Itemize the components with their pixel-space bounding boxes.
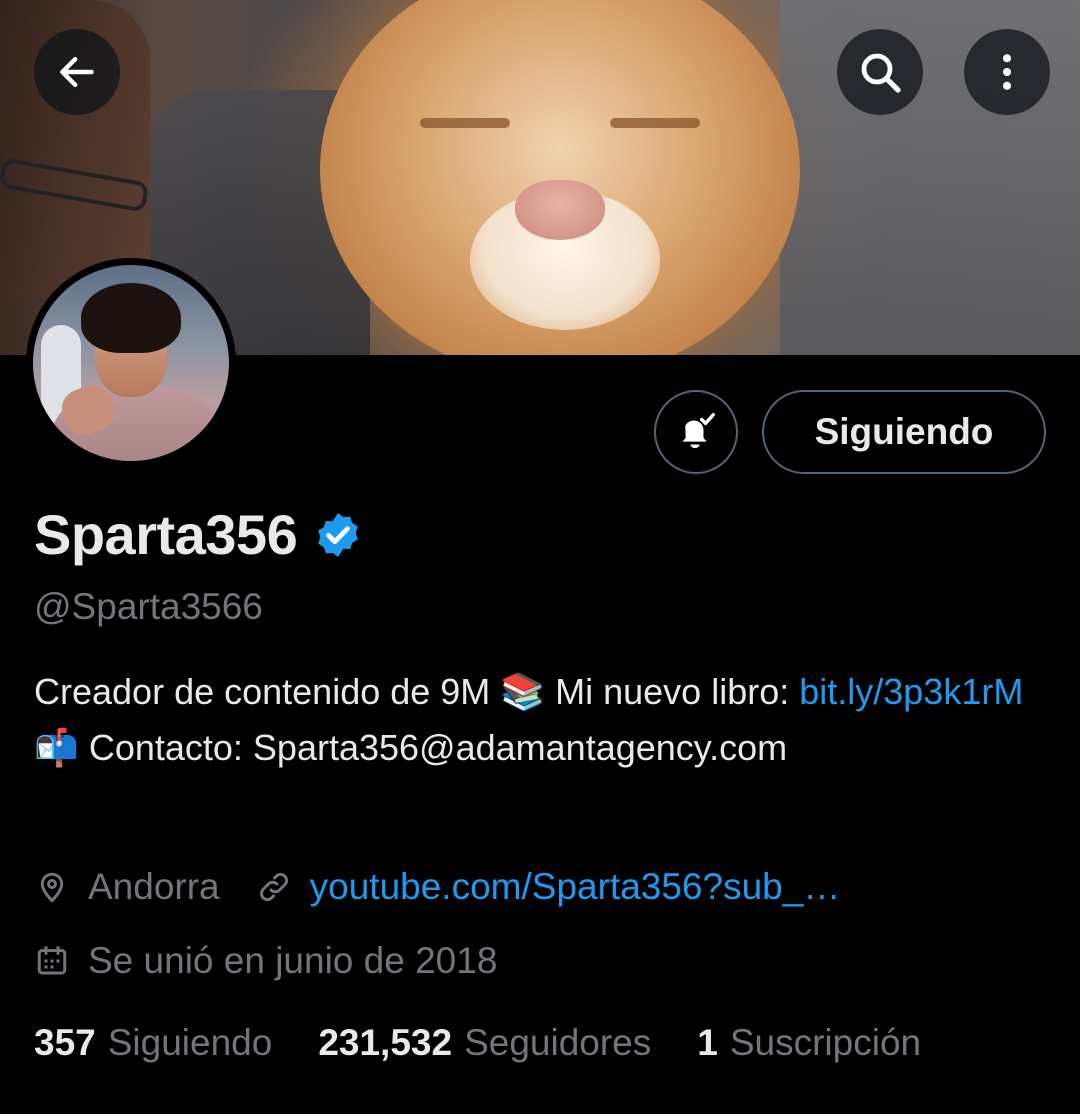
back-button[interactable] bbox=[34, 29, 120, 115]
subscriptions-stat[interactable]: 1 Suscripción bbox=[697, 1022, 921, 1064]
more-vertical-icon bbox=[1002, 54, 1012, 90]
following-button[interactable]: Siguiendo bbox=[762, 390, 1046, 474]
profile-meta-row: Andorra youtube.com/Sparta356?sub_… bbox=[34, 866, 840, 908]
subscriptions-label: Suscripción bbox=[729, 1022, 922, 1063]
bell-check-icon bbox=[682, 413, 715, 449]
link-icon bbox=[259, 873, 288, 901]
profile-handle: @Sparta3566 bbox=[34, 586, 263, 627]
calendar-icon bbox=[37, 946, 67, 975]
followers-count: 231,532 bbox=[318, 1022, 453, 1063]
profile-bio: Creador de contenido de 9M 📚 Mi nuevo li… bbox=[34, 664, 1044, 776]
arrow-left-icon bbox=[60, 56, 94, 88]
following-stat[interactable]: 357 Siguiendo bbox=[34, 1022, 272, 1064]
followers-stat[interactable]: 231,532 Seguidores bbox=[318, 1022, 651, 1064]
bio-link[interactable]: bit.ly/3p3k1rM bbox=[799, 671, 1023, 712]
banner-cat-eye-left bbox=[420, 118, 510, 128]
profile-avatar[interactable] bbox=[26, 258, 236, 468]
following-count: 357 bbox=[34, 1022, 96, 1063]
profile-website[interactable]: youtube.com/Sparta356?sub_… bbox=[310, 866, 841, 908]
banner-cat-nose bbox=[515, 180, 605, 240]
avatar-image bbox=[33, 265, 229, 461]
more-options-button[interactable] bbox=[964, 29, 1050, 115]
bio-contact-text: 📬 Contacto: Sparta356@adamantagency.com bbox=[34, 727, 788, 768]
search-icon bbox=[861, 53, 901, 93]
display-name: Sparta356 bbox=[34, 503, 298, 566]
following-label: Siguiendo bbox=[107, 1022, 273, 1063]
banner-cat-eye-right bbox=[610, 118, 700, 128]
notifications-button[interactable] bbox=[654, 390, 738, 474]
location-pin-icon bbox=[40, 872, 64, 903]
profile-stats: 357 Siguiendo 231,532 Seguidores 1 Suscripc… bbox=[34, 1022, 921, 1064]
profile-name-row: Sparta356 bbox=[34, 502, 363, 567]
profile-joined-row: Se unió en junio de 2018 bbox=[34, 940, 497, 982]
subscriptions-count: 1 bbox=[697, 1022, 718, 1063]
search-button[interactable] bbox=[837, 29, 923, 115]
avatar-hair bbox=[81, 283, 181, 353]
followers-label: Seguidores bbox=[464, 1022, 652, 1063]
verified-badge-icon[interactable] bbox=[313, 510, 363, 560]
profile-joined: Se unió en junio de 2018 bbox=[88, 940, 498, 981]
bio-text: Creador de contenido de 9M 📚 Mi nuevo li… bbox=[34, 671, 800, 712]
profile-location: Andorra bbox=[88, 866, 220, 907]
